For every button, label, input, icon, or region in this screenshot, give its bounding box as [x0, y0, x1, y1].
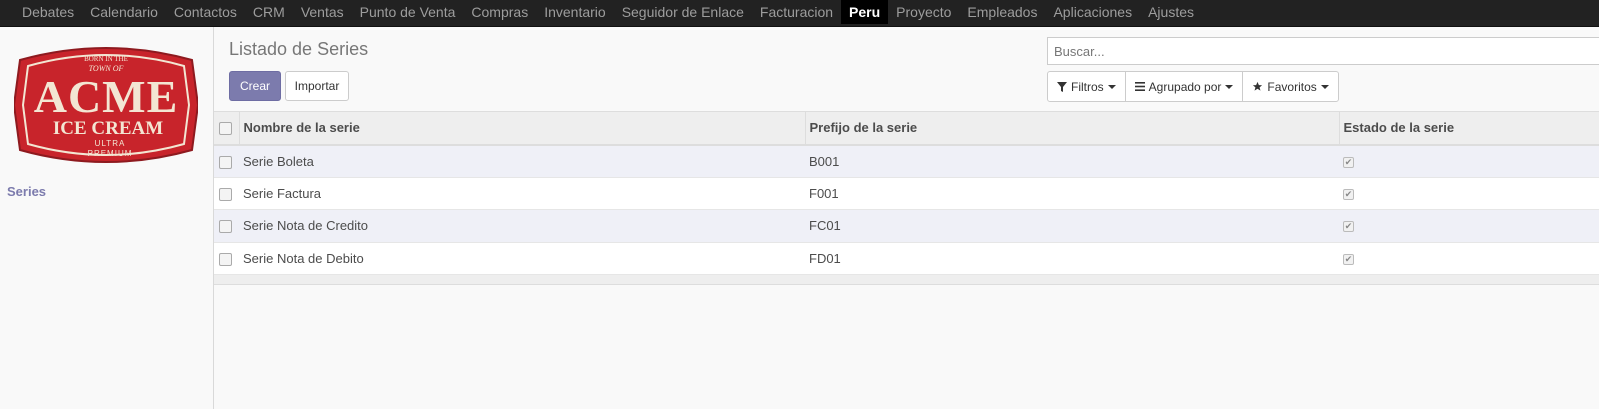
table-header-row: Nombre de la serie Prefijo de la serie E…	[214, 111, 1599, 145]
acme-logo-image: BORN IN THE TOWN OF ACME ICE CREAM ULTRA…	[12, 47, 200, 163]
cell-prefix: FC01	[809, 218, 841, 234]
cell-prefix: B001	[809, 153, 840, 169]
state-checkbox: ✔	[1343, 156, 1354, 168]
menu-empleados[interactable]: Empleados	[959, 0, 1045, 24]
menu-seguidor-de-enlace[interactable]: Seguidor de Enlace	[614, 0, 752, 24]
row-select-cell	[214, 242, 239, 275]
page-title: Listado de Series	[229, 39, 369, 59]
row-checkbox[interactable]	[219, 252, 232, 266]
filters-label: Filtros	[1071, 79, 1104, 94]
table-footer-row	[214, 274, 1599, 285]
filter-icon	[1057, 81, 1067, 92]
company-logo[interactable]: BORN IN THE TOWN OF ACME ICE CREAM ULTRA…	[12, 40, 200, 170]
svg-text:ICE CREAM: ICE CREAM	[53, 118, 163, 139]
row-checkbox[interactable]	[219, 155, 232, 169]
chevron-down-icon	[1225, 84, 1234, 89]
cell-name: Serie Nota de Credito	[243, 218, 369, 234]
svg-text:ACME: ACME	[34, 71, 179, 122]
row-select-cell	[214, 210, 239, 243]
cell-name: Serie Nota de Debito	[243, 250, 364, 266]
row-checkbox[interactable]	[219, 187, 232, 201]
menu-ventas[interactable]: Ventas	[293, 0, 352, 24]
svg-text:ULTRA: ULTRA	[95, 139, 126, 148]
row-checkbox[interactable]	[219, 220, 232, 234]
table-row[interactable]: Serie Nota de Credito FC01 ✔	[214, 209, 1599, 243]
search-input[interactable]	[1047, 37, 1599, 65]
search-options: Filtros Agrupado por Favoritos	[1047, 71, 1339, 102]
cell-state: ✔	[1339, 177, 1599, 210]
create-button[interactable]: Crear	[229, 71, 281, 101]
series-table: Nombre de la serie Prefijo de la serie E…	[214, 111, 1599, 285]
favorites-label: Favoritos	[1267, 79, 1317, 94]
cell-state: ✔	[1339, 145, 1599, 178]
list-icon	[1134, 82, 1145, 91]
row-select-cell	[214, 177, 239, 210]
menu-aplicaciones[interactable]: Aplicaciones	[1045, 0, 1140, 24]
menu-facturacion[interactable]: Facturacion	[752, 0, 841, 24]
table-row[interactable]: Serie Boleta B001 ✔	[214, 144, 1599, 178]
menu-contactos[interactable]: Contactos	[166, 0, 245, 24]
groupby-label: Agrupado por	[1148, 79, 1222, 94]
menu-ajustes[interactable]: Ajustes	[1140, 0, 1202, 24]
cell-state: ✔	[1339, 210, 1599, 243]
menu-compras[interactable]: Compras	[463, 0, 536, 24]
select-all-checkbox[interactable]	[219, 122, 232, 136]
filters-dropdown[interactable]: Filtros	[1047, 71, 1126, 102]
menu-punto-de-venta[interactable]: Punto de Venta	[352, 0, 464, 24]
menu-proyecto[interactable]: Proyecto	[888, 0, 959, 24]
list-view: Nombre de la serie Prefijo de la serie E…	[214, 111, 1599, 285]
select-all-cell	[214, 111, 240, 145]
column-header-name[interactable]: Nombre de la serie	[239, 111, 806, 145]
star-icon	[1252, 81, 1263, 92]
cell-name: Serie Factura	[243, 185, 322, 201]
table-row[interactable]: Serie Nota de Debito FD01 ✔	[214, 242, 1599, 275]
menu-inventario[interactable]: Inventario	[536, 0, 613, 24]
row-select-cell	[214, 145, 239, 178]
cell-prefix: F001	[809, 185, 839, 201]
svg-text:PREMIUM: PREMIUM	[88, 149, 133, 158]
sidebar: BORN IN THE TOWN OF ACME ICE CREAM ULTRA…	[0, 27, 214, 409]
table-row[interactable]: Serie Factura F001 ✔	[214, 177, 1599, 210]
svg-text:BORN IN THE: BORN IN THE	[84, 55, 128, 63]
menu-debates[interactable]: Debates	[14, 0, 82, 24]
cell-name: Serie Boleta	[243, 153, 314, 169]
favorites-dropdown[interactable]: Favoritos	[1242, 71, 1339, 102]
cell-state: ✔	[1339, 242, 1599, 275]
state-checkbox: ✔	[1343, 253, 1354, 265]
cell-prefix: FD01	[809, 250, 841, 266]
groupby-dropdown[interactable]: Agrupado por	[1124, 71, 1244, 102]
chevron-down-icon	[1107, 84, 1116, 89]
state-checkbox: ✔	[1343, 188, 1354, 200]
column-header-prefix[interactable]: Prefijo de la serie	[805, 111, 1340, 145]
top-menu-bar: Debates Calendario Contactos CRM Ventas …	[0, 0, 1599, 27]
sidebar-item-series[interactable]: Series	[7, 184, 46, 199]
state-checkbox: ✔	[1343, 221, 1354, 233]
menu-peru[interactable]: Peru	[841, 0, 889, 24]
import-button[interactable]: Importar	[285, 71, 349, 101]
menu-calendario[interactable]: Calendario	[82, 0, 166, 24]
menu-crm[interactable]: CRM	[245, 0, 293, 24]
column-header-state[interactable]: Estado de la serie	[1339, 112, 1599, 145]
chevron-down-icon	[1320, 84, 1329, 89]
